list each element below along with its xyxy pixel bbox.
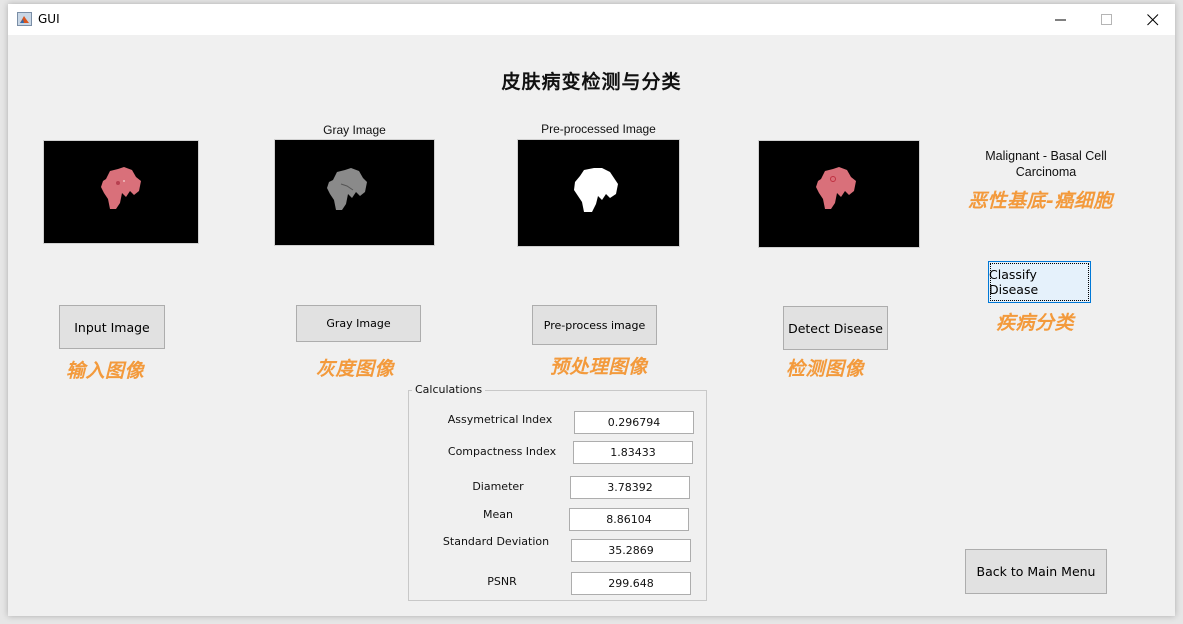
classify-disease-button[interactable]: Classify Disease bbox=[988, 261, 1091, 303]
back-to-main-menu-button[interactable]: Back to Main Menu bbox=[965, 549, 1107, 594]
gray-image-axes bbox=[274, 139, 435, 246]
diameter-label: Diameter bbox=[472, 480, 524, 493]
detected-image-axes bbox=[758, 140, 920, 248]
compactness-index-label: Compactness Index bbox=[447, 445, 557, 458]
diameter-field[interactable]: 3.78392 bbox=[570, 476, 690, 499]
mean-field[interactable]: 8.86104 bbox=[569, 508, 689, 531]
preprocessed-image-axes bbox=[517, 139, 680, 247]
preprocess-image-cn-label: 预处理图像 bbox=[550, 356, 648, 378]
detect-disease-button[interactable]: Detect Disease bbox=[783, 306, 888, 350]
standard-deviation-field[interactable]: 35.2869 bbox=[571, 539, 691, 562]
preprocessed-image-title: Pre-processed Image bbox=[541, 122, 656, 136]
standard-deviation-label: Standard Deviation bbox=[442, 535, 550, 548]
detect-image-cn-label: 检测图像 bbox=[786, 358, 865, 380]
result-line-2: Carcinoma bbox=[1015, 165, 1077, 179]
assymetrical-index-label: Assymetrical Index bbox=[447, 413, 553, 426]
result-line-1: Malignant - Basal Cell bbox=[985, 149, 1107, 163]
lesion-color-image bbox=[101, 167, 141, 209]
gray-image-button[interactable]: Gray Image bbox=[296, 305, 421, 342]
input-image-cn-label: 输入图像 bbox=[66, 360, 145, 382]
result-cn-label: 恶性基底-癌细胞 bbox=[968, 190, 1113, 212]
title-bar: GUI bbox=[8, 4, 1175, 35]
gui-window: GUI 皮肤病变检测与分类 Gray Image Pre-processed I… bbox=[8, 4, 1175, 616]
lesion-binary-image bbox=[574, 168, 618, 212]
matlab-icon bbox=[17, 12, 32, 26]
close-button[interactable] bbox=[1130, 4, 1176, 35]
input-image-button[interactable]: Input Image bbox=[59, 305, 165, 349]
classify-cn-label: 疾病分类 bbox=[996, 312, 1075, 334]
classification-result: Malignant - Basal Cell Carcinoma bbox=[966, 148, 1126, 180]
assymetrical-index-field[interactable]: 0.296794 bbox=[574, 411, 694, 434]
psnr-label: PSNR bbox=[487, 575, 517, 588]
close-icon bbox=[1147, 13, 1159, 25]
calculations-title: Calculations bbox=[412, 383, 486, 396]
gray-image-title: Gray Image bbox=[323, 123, 386, 137]
input-image-axes bbox=[43, 140, 199, 244]
window-title: GUI bbox=[38, 12, 60, 26]
psnr-field[interactable]: 299.648 bbox=[571, 572, 691, 595]
maximize-button[interactable] bbox=[1084, 4, 1130, 35]
focus-ring bbox=[990, 263, 1089, 301]
compactness-index-field[interactable]: 1.83433 bbox=[573, 441, 693, 464]
minimize-button[interactable] bbox=[1038, 4, 1084, 35]
gray-image-cn-label: 灰度图像 bbox=[316, 358, 395, 380]
maximize-icon bbox=[1101, 13, 1112, 25]
mean-label: Mean bbox=[483, 508, 513, 521]
preprocess-image-button[interactable]: Pre-process image bbox=[532, 305, 657, 345]
page-title: 皮肤病变检测与分类 bbox=[501, 71, 682, 93]
lesion-gray-image bbox=[327, 168, 367, 210]
client-area: 皮肤病变检测与分类 Gray Image Pre-processed Image bbox=[8, 35, 1175, 616]
minimize-icon bbox=[1055, 19, 1066, 20]
lesion-detected-image bbox=[816, 167, 856, 209]
